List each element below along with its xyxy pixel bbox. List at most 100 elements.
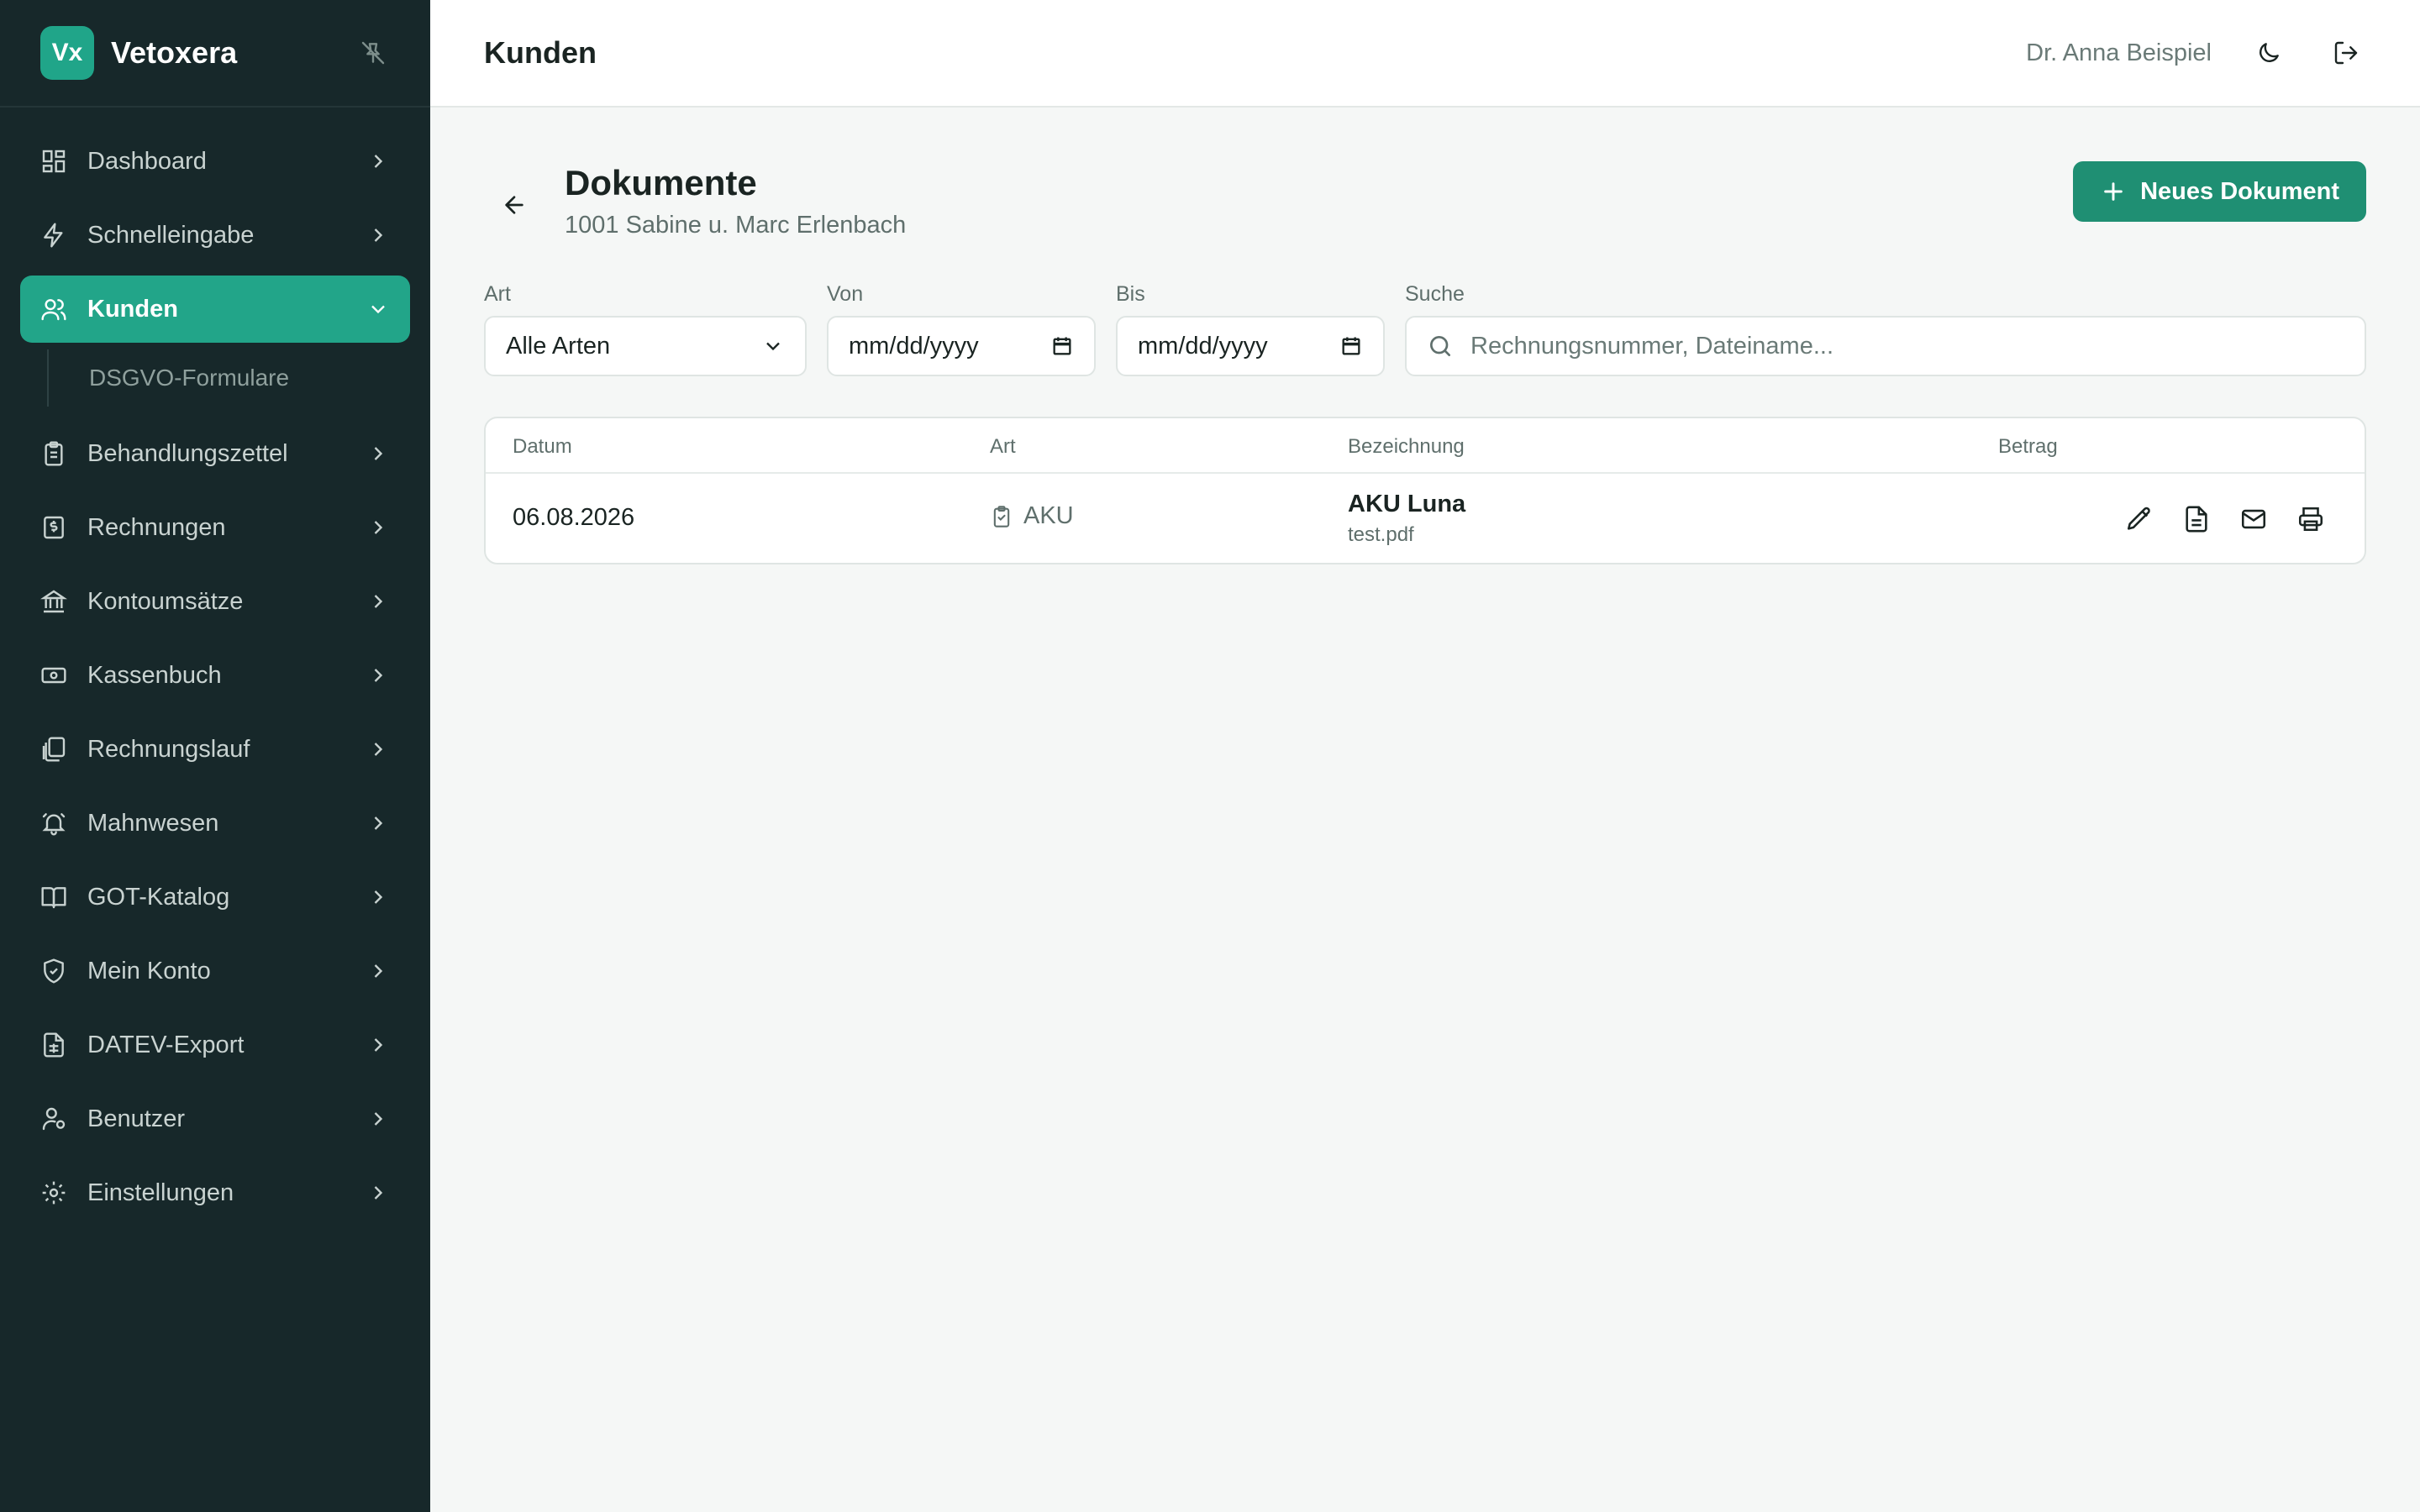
column-header-betrag[interactable]: Betrag	[1998, 435, 2058, 459]
chevron-right-icon	[374, 964, 383, 978]
brand: Vx Vetoxera	[0, 0, 430, 108]
mail-icon	[2241, 509, 2266, 529]
row-actions	[2102, 499, 2331, 539]
chevron-right-icon	[374, 155, 383, 168]
sidebar-item-rechnungen[interactable]: Rechnungen	[20, 494, 410, 561]
chevron-right-icon	[374, 669, 383, 682]
unpin-sidebar-icon[interactable]	[356, 36, 390, 70]
topbar: Kunden Dr. Anna Beispiel	[430, 0, 2420, 108]
sidebar-item-label: Schnelleingabe	[87, 221, 255, 249]
sidebar-item-rechnungslauf[interactable]: Rechnungslauf	[20, 716, 410, 783]
sidebar-item-dashboard[interactable]: Dashboard	[20, 128, 410, 195]
search-input[interactable]	[1470, 332, 2344, 360]
pencil-icon	[2127, 507, 2150, 530]
table-header: Datum Art Bezeichnung Betrag	[486, 418, 2365, 474]
row-bezeichnung-title: AKU Luna	[1348, 491, 1466, 517]
page-title: Kunden	[484, 35, 597, 70]
sidebar-item-kontoumsaetze[interactable]: Kontoumsätze	[20, 568, 410, 635]
sidebar-item-kassenbuch[interactable]: Kassenbuch	[20, 642, 410, 709]
sidebar-item-benutzer[interactable]: Benutzer	[20, 1085, 410, 1152]
sidebar-item-label: Rechnungslauf	[87, 735, 250, 763]
sidebar-subitem-dsgvo-formulare[interactable]: DSGVO-Formulare	[47, 349, 410, 407]
spreadsheet-icon	[44, 1032, 64, 1058]
documents-table: Datum Art Bezeichnung Betrag 06.08.2026 …	[484, 417, 2366, 564]
art-select[interactable]: Alle Arten	[484, 316, 807, 376]
sidebar-item-got-katalog[interactable]: GOT-Katalog	[20, 864, 410, 931]
dashboard-icon	[42, 150, 66, 173]
bis-date-placeholder: mm/dd/yyyy	[1138, 332, 1268, 360]
app-name: Vetoxera	[111, 35, 238, 70]
chevron-right-icon	[374, 743, 383, 756]
sidebar-item-behandlungszettel[interactable]: Behandlungszettel	[20, 420, 410, 487]
sidebar-item-kunden[interactable]: Kunden	[20, 276, 410, 343]
sidebar: Vx Vetoxera Dashboard Schnelleingabe Kun…	[0, 0, 430, 1512]
chevron-down-icon	[766, 342, 780, 351]
new-document-button[interactable]: Neues Dokument	[2073, 161, 2366, 222]
sidebar-item-label: Kontoumsätze	[87, 587, 244, 615]
new-document-label: Neues Dokument	[2140, 177, 2339, 205]
sidebar-item-label: DATEV-Export	[87, 1031, 245, 1058]
row-datum: 06.08.2026	[513, 504, 635, 531]
shield-icon	[44, 958, 64, 984]
table-row[interactable]: 06.08.2026 AKU AKU Luna test.pdf	[486, 474, 2365, 563]
customer-subtitle: 1001 Sabine u. Marc Erlenbach	[565, 212, 907, 239]
print-button[interactable]	[2291, 499, 2331, 539]
chevron-right-icon	[374, 1038, 383, 1052]
documents-stack-icon	[42, 737, 66, 762]
edit-button[interactable]	[2119, 499, 2160, 539]
row-bezeichnung: AKU Luna test.pdf	[1348, 491, 1465, 547]
gear-icon	[42, 1181, 66, 1205]
sidebar-item-datev-export[interactable]: DATEV-Export	[20, 1011, 410, 1079]
art-label: Art	[484, 282, 511, 306]
sidebar-item-label: Einstellungen	[87, 1179, 234, 1206]
calendar-icon[interactable]	[1339, 334, 1363, 358]
sidebar-item-label: Kunden	[87, 295, 178, 323]
calendar-icon[interactable]	[1050, 334, 1074, 358]
sidebar-item-label: Dashboard	[87, 147, 207, 175]
bank-icon	[40, 590, 67, 613]
invoice-icon	[44, 516, 64, 539]
column-header-bezeichnung[interactable]: Bezeichnung	[1348, 435, 1465, 459]
chevron-right-icon	[374, 595, 383, 608]
column-header-datum[interactable]: Datum	[513, 435, 572, 459]
sidebar-item-mahnwesen[interactable]: Mahnwesen	[20, 790, 410, 857]
dark-mode-toggle[interactable]	[2249, 33, 2289, 73]
bis-label: Bis	[1116, 282, 1145, 306]
search-field[interactable]	[1405, 316, 2366, 376]
logout-button[interactable]	[2326, 33, 2366, 73]
art-select-value: Alle Arten	[506, 332, 611, 360]
plus-icon	[2104, 182, 2123, 201]
sidebar-item-label: Behandlungszettel	[87, 439, 288, 467]
chevron-right-icon	[374, 521, 383, 534]
search-icon	[1430, 336, 1450, 356]
sidebar-subitem-label: DSGVO-Formulare	[89, 365, 290, 391]
user-name[interactable]: Dr. Anna Beispiel	[2026, 39, 2212, 67]
lightning-icon	[44, 223, 63, 248]
users-icon	[41, 299, 66, 321]
cash-icon	[41, 667, 66, 684]
row-art: AKU	[990, 502, 1074, 530]
sidebar-item-einstellungen[interactable]: Einstellungen	[20, 1159, 410, 1226]
column-header-art[interactable]: Art	[990, 435, 1016, 459]
chevron-down-icon	[371, 305, 385, 314]
email-button[interactable]	[2233, 499, 2274, 539]
sidebar-item-label: Benutzer	[87, 1105, 186, 1132]
chevron-right-icon	[374, 890, 383, 904]
sidebar-item-schnelleingabe[interactable]: Schnelleingabe	[20, 202, 410, 269]
sidebar-item-label: Kassenbuch	[87, 661, 222, 689]
back-button[interactable]	[494, 185, 534, 225]
sidebar-item-mein-konto[interactable]: Mein Konto	[20, 937, 410, 1005]
von-label: Von	[827, 282, 864, 306]
chevron-right-icon	[374, 1186, 383, 1200]
clipboard-check-icon	[993, 505, 1010, 528]
sidebar-item-label: Mahnwesen	[87, 809, 219, 837]
bis-date-field[interactable]: mm/dd/yyyy	[1116, 316, 1385, 376]
sidebar-item-label: Mein Konto	[87, 957, 211, 984]
chevron-right-icon	[374, 228, 383, 242]
view-document-button[interactable]	[2176, 499, 2217, 539]
bell-icon	[42, 813, 66, 836]
von-date-field[interactable]: mm/dd/yyyy	[827, 316, 1096, 376]
von-date-placeholder: mm/dd/yyyy	[849, 332, 979, 360]
book-icon	[41, 887, 66, 909]
chevron-right-icon	[374, 1112, 383, 1126]
